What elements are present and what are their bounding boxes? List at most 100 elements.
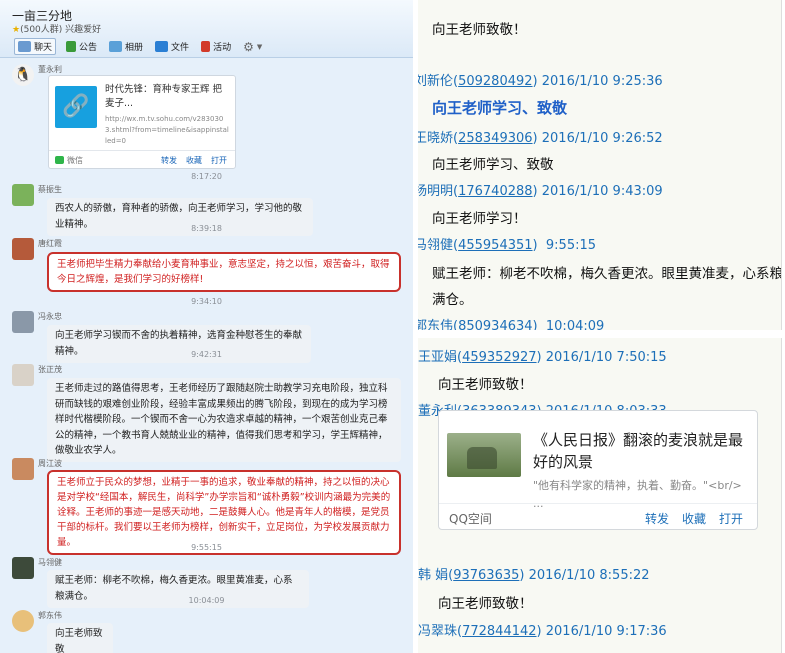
log-datetime: 2016/1/10 9:17:36 xyxy=(545,624,667,639)
log-datetime: 10:04:09 xyxy=(545,319,605,330)
message: 周江波 王老师立于民众的梦想，业精于一事的追求，敬业奉献的精神，持之以恒的决心是… xyxy=(12,458,402,555)
log-header: 韩 娟(93763635) 2016/1/10 8:55:22 xyxy=(418,568,650,583)
tab-files[interactable]: 文件 xyxy=(153,39,191,54)
log-sender: 王晓娇 xyxy=(418,131,454,146)
log-header: 郭东伟(850934634) 10:04:09 xyxy=(418,315,604,330)
link-card[interactable]: 🔗 时代先锋：育种专家王辉 把麦子... http://wx.m.tv.sohu… xyxy=(48,75,236,169)
sender-name: 蔡振生 xyxy=(38,185,62,194)
message: 郭东伟 向王老师致敬 xyxy=(12,610,402,653)
wechat-icon xyxy=(55,156,64,164)
group-toolbar: 聊天 公告 相册 文件 活动 ⚙ ▼ xyxy=(14,38,264,55)
folder-icon xyxy=(155,41,169,52)
favorite-link[interactable]: 收藏 xyxy=(186,155,202,166)
log-qq-link[interactable]: 850934634 xyxy=(458,319,532,330)
tab-activity-label: 活动 xyxy=(213,43,232,53)
log-message: 向王老师致敬！ xyxy=(438,377,533,393)
sender-name: 周江波 xyxy=(38,459,62,468)
article-actions: 转发 收藏 打开 xyxy=(645,510,743,527)
message-bubble: 王老师走过的路值得思考，王老师经历了跟随赵院士助教学习充电阶段，独立科研而缺钱的… xyxy=(47,378,401,462)
log-message: 向王老师致敬！ xyxy=(432,22,527,38)
chat-log-panel-top: 向王老师致敬！ 刘新伦(509280492) 2016/1/10 9:25:36… xyxy=(418,0,782,330)
log-sender: 冯翠珠 xyxy=(418,624,458,639)
forward-link[interactable]: 转发 xyxy=(161,155,177,166)
log-message: 向王老师致敬！ xyxy=(438,596,533,612)
message: 唐红霞 王老师把毕生精力奉献给小麦育种事业，意志坚定，持之以恒，艰苦奋斗，取得今… xyxy=(12,238,402,298)
message: 马翎健 赋王老师：柳老不吹棉，梅久香更浓。眼里黄准麦，心系粮满仓。 xyxy=(12,557,402,608)
chat-log-screenshots: 向王老师致敬！ 刘新伦(509280492) 2016/1/10 9:25:36… xyxy=(418,0,785,653)
user-avatar xyxy=(12,184,34,206)
log-sender: 王亚娟 xyxy=(418,350,458,365)
log-message: 赋王老师：柳老不吹棉，梅久香更浓。眼里黄准麦，心系粮 xyxy=(432,266,782,282)
log-datetime: 2016/1/10 8:55:22 xyxy=(528,568,650,583)
link-card-footer: 微信 转发 收藏 打开 xyxy=(49,150,235,168)
sender-name: 张正茂 xyxy=(38,365,62,374)
log-sender: 刘新伦 xyxy=(418,74,454,89)
log-header: 王晓娇(258349306) 2016/1/10 9:26:52 xyxy=(418,127,663,146)
log-qq-link[interactable]: 93763635 xyxy=(453,568,519,583)
chat-icon xyxy=(18,41,31,52)
sender-name: 马翎健 xyxy=(38,558,62,567)
sender-name: 董永利 xyxy=(38,65,62,74)
tab-chat[interactable]: 聊天 xyxy=(14,38,57,55)
message: 蔡振生 西农人的骄傲，育种者的骄傲，向王老师学习，学习他的敬业精神。 xyxy=(12,184,402,236)
sender-name: 郭东伟 xyxy=(38,611,62,620)
article-card-footer: QQ空间 转发 收藏 打开 xyxy=(439,503,757,529)
article-thumbnail xyxy=(447,433,521,477)
log-header: 冯翠珠(772844142) 2016/1/10 9:17:36 xyxy=(418,624,667,639)
user-avatar xyxy=(12,458,34,480)
log-qq-link[interactable]: 455954351 xyxy=(458,238,532,253)
article-title: 《人民日报》翻滚的麦浪就是最好的风景 xyxy=(533,431,744,471)
timestamp: 9:55:15 xyxy=(191,543,222,552)
forward-link[interactable]: 转发 xyxy=(645,510,669,527)
chevron-down-icon: ▼ xyxy=(256,42,263,51)
log-datetime: 2016/1/10 7:50:15 xyxy=(545,350,667,365)
flag-icon xyxy=(66,41,77,52)
log-header: 刘新伦(509280492) 2016/1/10 9:25:36 xyxy=(418,70,663,89)
favorite-link[interactable]: 收藏 xyxy=(682,510,706,527)
divider xyxy=(418,330,785,338)
log-datetime: 2016/1/10 9:43:09 xyxy=(541,184,663,199)
message: 🐧 董永利 🔗 时代先锋：育种专家王辉 把麦子... http://wx.m.t… xyxy=(12,64,402,172)
log-qq-link[interactable]: 176740288 xyxy=(458,184,532,199)
log-sender: 韩 娟 xyxy=(418,568,449,583)
log-message: 满仓。 xyxy=(432,292,473,308)
chat-header: 一亩三分地 ★(500人群) 兴趣爱好 聊天 公告 相册 文件 活动 ⚙ ▼ xyxy=(0,0,413,58)
timestamp: 10:04:09 xyxy=(188,596,225,605)
message-bubble-highlight: 王老师把毕生精力奉献给小麦育种事业，意志坚定，持之以恒，艰苦奋斗，取得今日之辉煌… xyxy=(47,252,401,292)
tab-activity[interactable]: 活动 xyxy=(199,39,233,54)
link-card-url: http://wx.m.tv.sohu.com/v2830303.shtml?f… xyxy=(105,115,229,145)
log-datetime: 2016/1/10 9:26:52 xyxy=(541,131,663,146)
group-subtitle: ★(500人群) 兴趣爱好 xyxy=(12,22,101,35)
shared-article-card[interactable]: 《人民日报》翻滚的麦浪就是最好的风景 "他有科学家的精神，执着、勤奋。"<br/… xyxy=(438,410,758,530)
user-avatar xyxy=(12,311,34,333)
message: 冯永忠 向王老师学习锲而不舍的执着精神，选育金种慰苍生的奉献精神。 xyxy=(12,311,402,363)
log-qq-link[interactable]: 772844142 xyxy=(462,624,536,639)
log-qq-link[interactable]: 509280492 xyxy=(458,74,532,89)
card-actions: 转发 收藏 打开 xyxy=(161,155,227,166)
tab-album[interactable]: 相册 xyxy=(107,39,145,54)
log-sender: 杨明明 xyxy=(418,184,454,199)
settings-menu[interactable]: ⚙ ▼ xyxy=(241,39,264,55)
article-source: QQ空间 xyxy=(449,512,492,526)
timestamp: 9:42:31 xyxy=(191,350,222,359)
open-link[interactable]: 打开 xyxy=(719,510,743,527)
tab-announcement[interactable]: 公告 xyxy=(64,39,99,54)
qq-penguin-avatar: 🐧 xyxy=(12,64,34,86)
user-avatar xyxy=(12,364,34,386)
star-icon: ★ xyxy=(12,25,21,35)
message-list[interactable]: 🐧 董永利 🔗 时代先锋：育种专家王辉 把麦子... http://wx.m.t… xyxy=(0,58,413,653)
log-message: 向王老师学习、致敬 xyxy=(432,157,554,173)
log-qq-link[interactable]: 459352927 xyxy=(462,350,536,365)
user-avatar xyxy=(12,238,34,260)
open-link[interactable]: 打开 xyxy=(211,155,227,166)
user-avatar xyxy=(12,557,34,579)
qq-group-chat-window: 一亩三分地 ★(500人群) 兴趣爱好 聊天 公告 相册 文件 活动 ⚙ ▼ 🐧 … xyxy=(0,0,413,653)
timestamp: 8:39:18 xyxy=(191,224,222,233)
source-text: 微信 xyxy=(67,156,83,165)
sender-name: 唐红霞 xyxy=(38,239,62,248)
tab-announcement-label: 公告 xyxy=(79,43,98,53)
log-qq-link[interactable]: 258349306 xyxy=(458,131,532,146)
message-bubble: 向王老师致敬 xyxy=(47,623,113,653)
log-datetime: 9:55:15 xyxy=(545,238,597,253)
log-header: 马翎健(455954351) 9:55:15 xyxy=(418,234,596,253)
